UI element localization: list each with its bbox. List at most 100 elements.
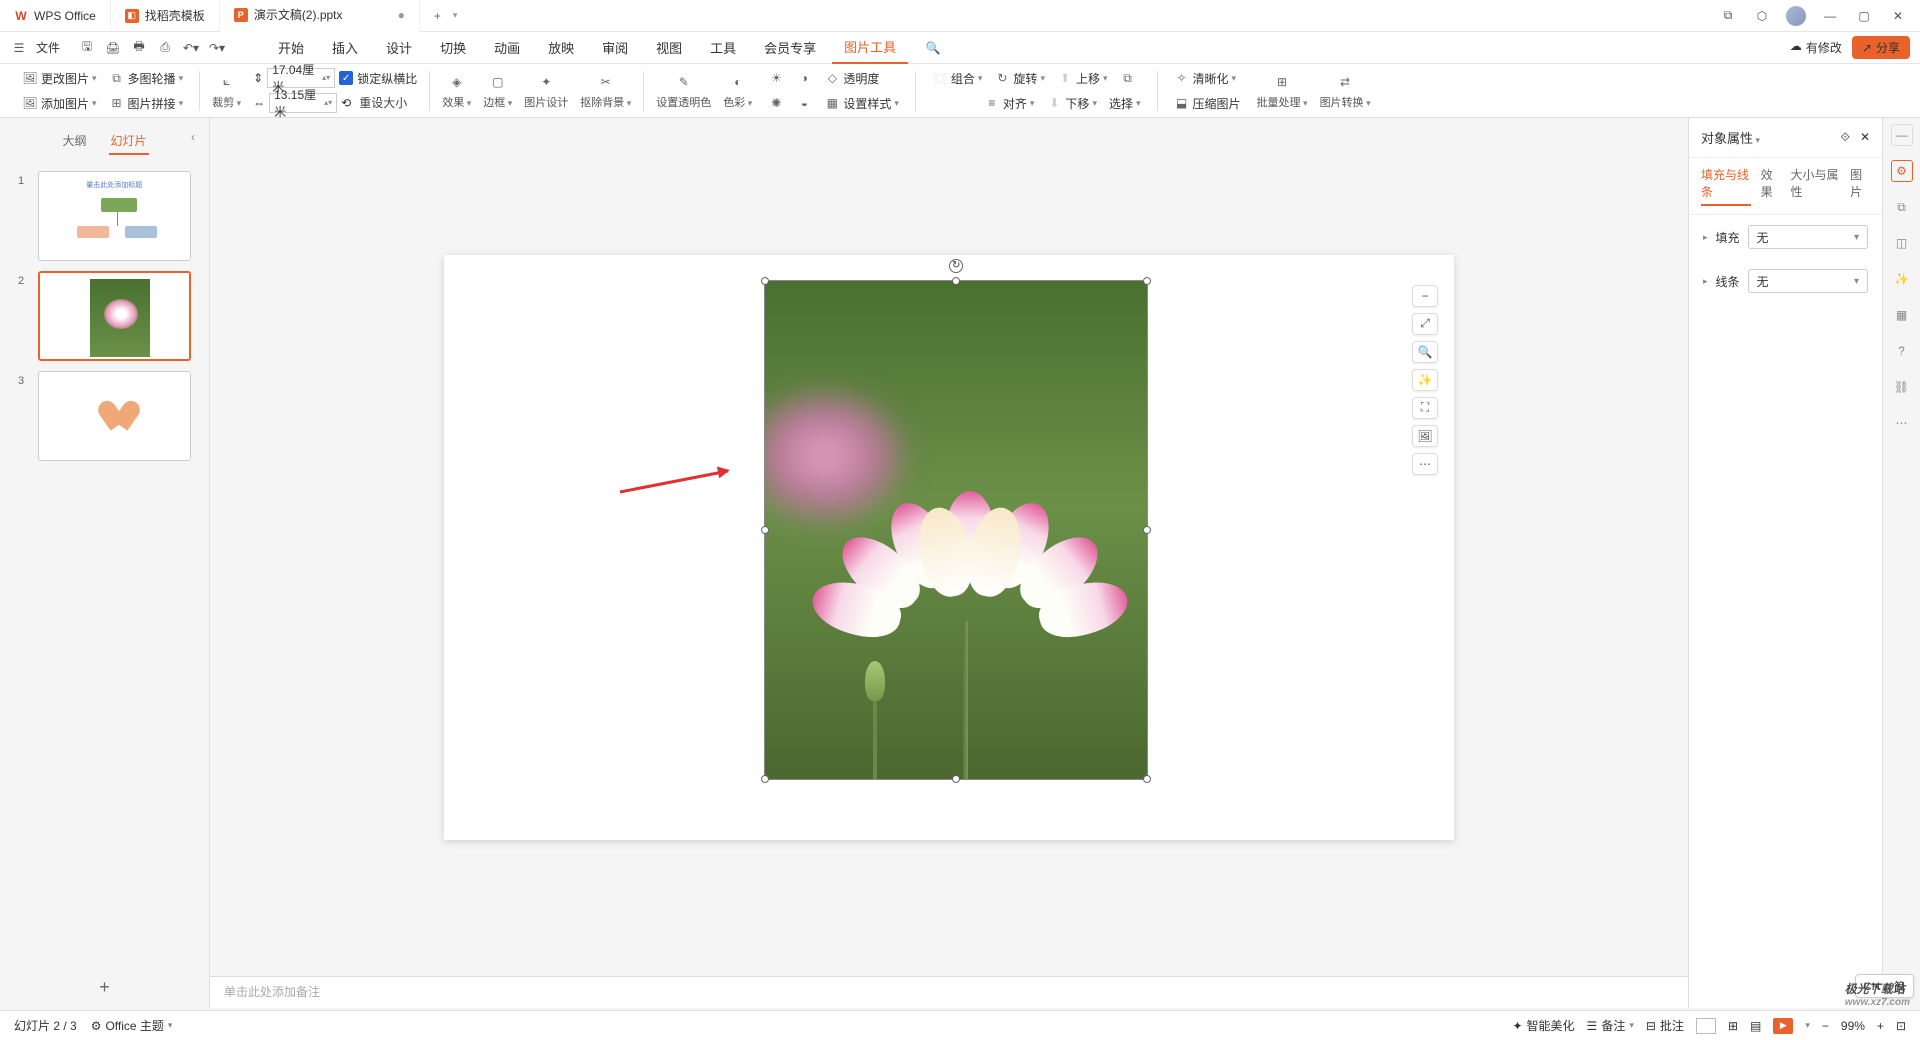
notes-area[interactable]: 单击此处添加备注 (210, 976, 1688, 1008)
window-restore-icon[interactable]: ⧉ (1718, 6, 1738, 26)
expand-line[interactable]: ▸ (1703, 276, 1708, 287)
batch-button[interactable]: ⊞批量处理 (1251, 72, 1314, 110)
undo-icon[interactable]: ↶▾ (182, 39, 200, 57)
app-tab-document[interactable]: P 演示文稿(2).pptx ● (220, 0, 420, 32)
slide[interactable]: − ⤢ 🔍 ✨ ⛶ 🖼 ⋯ (444, 255, 1454, 840)
tab-size[interactable]: 大小与属性 (1791, 166, 1841, 206)
multi-image-button[interactable]: ⧉多图轮播 (105, 68, 188, 89)
view-read-button[interactable]: ▤ (1750, 1019, 1761, 1033)
slide-thumb-1[interactable]: 1 量击此处添加标题 (18, 171, 191, 261)
minimize-icon[interactable]: — (1820, 6, 1840, 26)
tab-view[interactable]: 视图 (644, 32, 694, 63)
move-down-button[interactable]: ⬇下移 (1042, 93, 1101, 114)
tab-animation[interactable]: 动画 (482, 32, 532, 63)
selected-image[interactable] (764, 280, 1148, 780)
rotate-button[interactable]: ↻旋转 (990, 68, 1049, 89)
width-input[interactable]: 13.15厘米▴▾ (269, 93, 337, 113)
remove-bg-button[interactable]: ✂抠除背景 (574, 72, 637, 110)
sidebar-more-icon[interactable]: ⋯ (1891, 412, 1913, 434)
zoom-in-button[interactable]: + (1877, 1019, 1884, 1033)
review-toggle[interactable]: ⊟批注 (1646, 1017, 1684, 1034)
group-button[interactable]: ⿴组合 (928, 68, 987, 89)
add-image-button[interactable]: 🖼添加图片 (18, 93, 101, 114)
set-transparent-button[interactable]: ✎设置透明色 (650, 72, 717, 110)
tab-review[interactable]: 审阅 (590, 32, 640, 63)
beautify-button[interactable]: ✦智能美化 (1512, 1017, 1574, 1034)
slides-tab[interactable]: 幻灯片 (109, 128, 149, 155)
add-slide-button[interactable]: + (0, 967, 209, 1008)
tab-slideshow[interactable]: 放映 (536, 32, 586, 63)
color-button[interactable]: ◐色彩 (717, 72, 758, 110)
float-zoom-out[interactable]: − (1412, 285, 1438, 307)
select-button[interactable]: 选择 (1105, 93, 1145, 114)
sharpen-button[interactable]: ✧清晰化 (1170, 68, 1241, 89)
compress-button[interactable]: ⬓压缩图片 (1170, 93, 1245, 114)
rotate-handle[interactable] (949, 259, 963, 273)
effects-button[interactable]: ◈效果 (436, 72, 477, 110)
pane-button[interactable]: ⧉ (1116, 68, 1140, 88)
tab-member[interactable]: 会员专享 (752, 32, 828, 63)
contrast-up[interactable]: ◑ (792, 68, 816, 88)
save-icon[interactable]: 🖫 (78, 39, 96, 57)
sidebar-magic-icon[interactable]: ✨ (1891, 268, 1913, 290)
tab-tools[interactable]: 工具 (698, 32, 748, 63)
float-image[interactable]: 🖼 (1412, 425, 1438, 447)
tab-fill-line[interactable]: 填充与线条 (1701, 166, 1751, 206)
move-up-button[interactable]: ⬆上移 (1053, 68, 1112, 89)
print-icon[interactable]: 🖶 (130, 39, 148, 57)
resize-handle-se[interactable] (1143, 775, 1151, 783)
sidebar-clone-icon[interactable]: ⧉ (1891, 196, 1913, 218)
tab-insert[interactable]: 插入 (320, 32, 370, 63)
file-menu[interactable]: 文件 (36, 39, 60, 56)
lock-ratio-check[interactable]: ✓ (339, 71, 353, 85)
float-magic[interactable]: ✨ (1412, 369, 1438, 391)
change-image-button[interactable]: 🖼更改图片 (18, 68, 101, 89)
set-style-button[interactable]: ▦设置样式 (820, 93, 903, 114)
print-preview-icon[interactable]: ⎙ (156, 39, 174, 57)
resize-handle-e[interactable] (1143, 526, 1151, 534)
crop-button[interactable]: ⟀裁剪 (206, 72, 247, 110)
resize-handle-nw[interactable] (761, 277, 769, 285)
line-select[interactable]: 无 (1748, 269, 1868, 293)
float-more[interactable]: ⋯ (1412, 453, 1438, 475)
tab-start[interactable]: 开始 (266, 32, 316, 63)
float-crop[interactable]: ⤢ (1412, 313, 1438, 335)
resize-handle-sw[interactable] (761, 775, 769, 783)
tab-design[interactable]: 设计 (374, 32, 424, 63)
view-normal-button[interactable] (1696, 1018, 1716, 1034)
tab-picture[interactable]: 图片 (1850, 166, 1870, 206)
play-dropdown-icon[interactable]: ▾ (1805, 1020, 1810, 1031)
redo-icon[interactable]: ↷▾ (208, 39, 226, 57)
pin-icon[interactable]: ⟐ (1840, 130, 1849, 145)
tab-transition[interactable]: 切换 (428, 32, 478, 63)
convert-button[interactable]: ⇄图片转换 (1314, 72, 1377, 110)
user-avatar[interactable] (1786, 6, 1806, 26)
resize-handle-n[interactable] (952, 277, 960, 285)
slide-position[interactable]: 幻灯片 2 / 3 (14, 1017, 77, 1034)
cloud-sync[interactable]: ☁有修改 (1790, 39, 1842, 56)
image-design-button[interactable]: ✦图片设计 (518, 72, 574, 110)
contrast-down[interactable]: ◒ (792, 93, 816, 113)
slide-thumb-3[interactable]: 3 (18, 371, 191, 461)
expand-fill[interactable]: ▸ (1703, 232, 1708, 243)
resize-handle-w[interactable] (761, 526, 769, 534)
search-icon[interactable]: 🔍 (924, 39, 942, 57)
play-button[interactable]: ▶ (1773, 1018, 1793, 1034)
theme-name[interactable]: ⚙Office 主题 ▾ (91, 1017, 173, 1034)
notes-toggle[interactable]: ☰备注 (1587, 1017, 1634, 1034)
reset-size-button[interactable]: 重设大小 (355, 92, 411, 113)
sidebar-help-icon[interactable]: ? (1891, 340, 1913, 362)
share-button[interactable]: ↗分享 (1852, 36, 1910, 59)
cube-icon[interactable]: ⬡ (1752, 6, 1772, 26)
collapse-panel-icon[interactable]: ‹ (191, 130, 195, 144)
slide-thumb-2[interactable]: 2 (18, 271, 191, 361)
tab-effects[interactable]: 效果 (1761, 166, 1781, 206)
fill-select[interactable]: 无 (1748, 225, 1868, 249)
tab-picture-tools[interactable]: 图片工具 (832, 31, 908, 64)
slide-canvas[interactable]: − ⤢ 🔍 ✨ ⛶ 🖼 ⋯ (210, 118, 1688, 976)
transparency-button[interactable]: ◇透明度 (820, 68, 883, 89)
sidebar-box-icon[interactable]: ◫ (1891, 232, 1913, 254)
properties-title[interactable]: 对象属性 (1701, 128, 1760, 147)
brightness-down[interactable]: ✺ (764, 93, 788, 113)
sidebar-sliders-icon[interactable]: ⚙ (1891, 160, 1913, 182)
